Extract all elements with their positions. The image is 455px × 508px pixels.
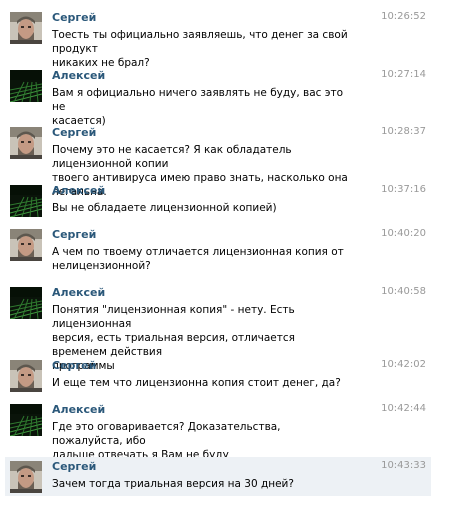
message-text: А чем по твоему отличается лицензионная … xyxy=(52,246,344,272)
message-author[interactable]: Алексей xyxy=(52,403,105,416)
message-author[interactable]: Сергей xyxy=(52,228,96,241)
message-time[interactable]: 10:40:20 xyxy=(381,228,426,239)
message-author[interactable]: Алексей xyxy=(52,184,105,197)
message-item: Сергей 10:42:02 И еще тем что лицензионн… xyxy=(5,356,431,400)
message-time[interactable]: 10:43:33 xyxy=(381,460,426,471)
message-text: Где это оговаривается? Доказательства, п… xyxy=(52,421,281,461)
message-text: Вы не обладаете лицензионной копией) xyxy=(52,202,277,214)
message-author[interactable]: Алексей xyxy=(52,69,105,82)
message-author[interactable]: Сергей xyxy=(52,460,96,473)
alexey-avatar[interactable] xyxy=(10,70,42,102)
message-time[interactable]: 10:26:52 xyxy=(381,11,426,22)
message-history: Сергей 10:26:52 Тоесть ты официально зая… xyxy=(0,0,455,508)
message-time[interactable]: 10:37:16 xyxy=(381,184,426,195)
message-text: Вам я официально ничего заявлять не буду… xyxy=(52,87,344,127)
message-author[interactable]: Сергей xyxy=(52,359,96,372)
message-text: Тоесть ты официально заявляешь, что дене… xyxy=(52,29,348,69)
message-item: Алексей 10:27:14 Вам я официально ничего… xyxy=(5,66,431,127)
message-item-highlighted: Сергей 10:43:33 Зачем тогда триальная ве… xyxy=(5,457,431,496)
message-time[interactable]: 10:42:02 xyxy=(381,359,426,370)
message-item: Алексей 10:37:16 Вы не обладаете лицензи… xyxy=(5,181,431,225)
message-time[interactable]: 10:40:58 xyxy=(381,286,426,297)
message-item: Сергей 10:26:52 Тоесть ты официально зая… xyxy=(5,8,431,69)
alexey-avatar[interactable] xyxy=(10,185,42,217)
message-text: Зачем тогда триальная версия на 30 дней? xyxy=(52,478,294,490)
alexey-avatar[interactable] xyxy=(10,404,42,436)
message-item: Сергей 10:28:37 Почему это не касается? … xyxy=(5,123,431,198)
message-author[interactable]: Сергей xyxy=(52,11,96,24)
message-item: Алексей 10:42:44 Где это оговаривается? … xyxy=(5,400,431,461)
sergey-avatar[interactable] xyxy=(10,127,42,159)
message-item: Алексей 10:40:58 Понятия "лицензионная к… xyxy=(5,283,431,372)
sergey-avatar[interactable] xyxy=(10,461,42,493)
message-author[interactable]: Сергей xyxy=(52,126,96,139)
message-author[interactable]: Алексей xyxy=(52,286,105,299)
message-item: Сергей 10:40:20 А чем по твоему отличает… xyxy=(5,225,431,283)
sergey-avatar[interactable] xyxy=(10,12,42,44)
sergey-avatar[interactable] xyxy=(10,229,42,261)
message-time[interactable]: 10:28:37 xyxy=(381,126,426,137)
alexey-avatar[interactable] xyxy=(10,287,42,319)
sergey-avatar[interactable] xyxy=(10,360,42,392)
message-text: И еще тем что лицензионна копия стоит де… xyxy=(52,377,341,389)
message-time[interactable]: 10:42:44 xyxy=(381,403,426,414)
message-time[interactable]: 10:27:14 xyxy=(381,69,426,80)
